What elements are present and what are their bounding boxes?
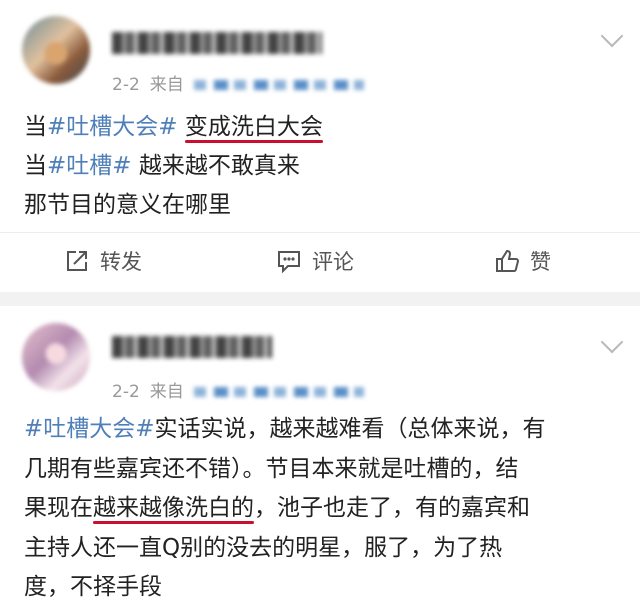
text-span: 果现在 [24,495,93,521]
text-span: 那节目的意义在哪里 [24,192,231,218]
text-line: 那节目的意义在哪里 [24,186,624,225]
chevron-down-icon[interactable] [600,24,624,48]
comment-button[interactable]: 评论 [276,236,354,286]
like-button[interactable]: 赞 [494,236,551,286]
comment-icon [278,251,300,274]
avatar[interactable] [22,323,90,391]
username-blurred[interactable] [112,336,272,358]
avatar[interactable] [22,16,90,84]
text-line: 度，不择手段 [24,568,624,608]
hashtag-link[interactable]: #吐槽大会# [47,114,178,140]
hashtag-link[interactable]: #吐槽大会# [24,416,155,442]
text-span: 越来越不敢真来 [131,153,300,179]
action-bar: 转发 评论 赞 [0,236,640,286]
underlined-text: 越来越像洗白的 [93,495,254,521]
text-span: 实话实说，越来越难看（总体来说，有 [154,416,546,442]
post-text: 当#吐槽大会# 变成洗白大会 当#吐槽# 越来越不敢真来 那节目的意义在哪里 [24,108,624,225]
username-blurred[interactable] [112,32,322,54]
repost-label: 转发 [100,250,142,274]
divider [0,232,640,233]
text-span: ，池子也走了，有的嘉宾和 [254,495,530,521]
thumbs-up-icon [496,249,520,272]
source-blurred[interactable] [193,387,364,397]
text-line: 主持人还一直Q别的没去的明星，服了，为了热 [24,529,624,569]
post-time: 2-2 [112,75,140,95]
text-span: 主持人还一直Q别的没去的明星，服了，为了热 [24,534,503,561]
source-prefix: 来自 [149,382,184,402]
post-time: 2-2 [112,382,140,402]
text-span: 当 [24,153,47,179]
comment-label: 评论 [312,250,354,274]
repost-button[interactable]: 转发 [64,236,142,286]
source-prefix: 来自 [149,75,184,95]
post-meta: 2-2 来自 [112,377,364,402]
repost-icon [67,251,87,271]
source-blurred[interactable] [193,80,364,90]
post-card-1: 2-2 来自 当#吐槽大会# 变成洗白大会 当#吐槽# 越来越不敢真来 那节目的意… [0,0,640,292]
chevron-down-icon[interactable] [600,330,624,354]
post-text: #吐槽大会#实话实说，越来越难看（总体来说，有 几期有些嘉宾还不错）。节目本来就… [24,410,624,608]
text-line: 果现在越来越像洗白的，池子也走了，有的嘉宾和 [24,489,624,529]
text-line: 当#吐槽大会# 变成洗白大会 [24,108,624,147]
post-card-2: 2-2 来自 #吐槽大会#实话实说，越来越难看（总体来说，有 几期有些嘉宾还不错）… [0,306,640,609]
text-span: 几期有些嘉宾还不错）。节目本来就是吐槽的，结 [24,455,519,482]
underlined-text: 变成洗白大会 [184,114,323,140]
text-span: 度，不择手段 [24,574,162,600]
text-line: 当#吐槽# 越来越不敢真来 [24,147,624,186]
text-span: 当 [24,114,47,140]
hashtag-link[interactable]: #吐槽# [47,153,132,179]
card-separator [0,292,640,306]
post-meta: 2-2 来自 [112,70,364,95]
like-label: 赞 [530,250,551,274]
text-line: #吐槽大会#实话实说，越来越难看（总体来说，有 [24,410,624,450]
text-line: 几期有些嘉宾还不错）。节目本来就是吐槽的，结 [24,450,624,490]
text-span [178,114,185,140]
